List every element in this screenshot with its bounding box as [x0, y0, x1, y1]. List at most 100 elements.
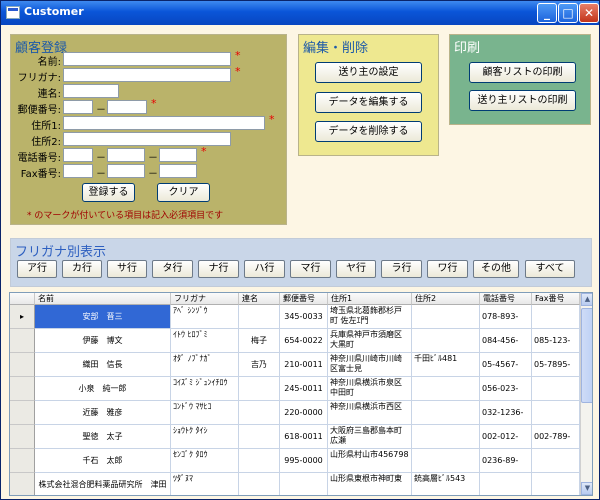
filter-wa-button[interactable]: ワ行 — [427, 260, 468, 278]
cell-tel[interactable]: 084-456-7895 — [480, 329, 532, 353]
cell-name[interactable]: 近藤 雅彦 — [35, 401, 171, 425]
cell-zip[interactable]: 345-0033 — [280, 305, 328, 329]
tel-field-3[interactable] — [159, 148, 197, 162]
cell-address1[interactable]: 大阪府三島郡島本町広瀬 — [328, 425, 412, 449]
column-header-fax[interactable]: Fax番号 — [532, 293, 580, 305]
row-header[interactable] — [10, 401, 35, 425]
edit-data-button[interactable]: データを編集する — [315, 92, 422, 113]
row-header[interactable] — [10, 377, 35, 401]
print-sender-list-button[interactable]: 送り主リストの印刷 — [469, 90, 576, 111]
row-header[interactable] — [10, 425, 35, 449]
filter-sa-button[interactable]: サ行 — [107, 260, 147, 278]
cell-name[interactable]: 株式会社混合肥料薬品研究所 津田沼支 — [35, 473, 171, 495]
cell-fax[interactable]: 002-789-4563 — [532, 425, 580, 449]
cell-zip[interactable]: 995-0000 — [280, 449, 328, 473]
row-header[interactable] — [10, 329, 35, 353]
rename-field[interactable] — [63, 84, 119, 98]
cell-fax[interactable] — [532, 473, 580, 495]
cell-fax[interactable] — [532, 401, 580, 425]
cell-address2[interactable] — [412, 401, 480, 425]
cell-rename[interactable]: 吉乃 — [239, 353, 280, 377]
cell-address2[interactable]: 千田ﾋﾞﾙ481 — [412, 353, 480, 377]
cell-tel[interactable]: 032-1236-45... — [480, 401, 532, 425]
cell-fax[interactable]: 085-123-456 — [532, 329, 580, 353]
cell-tel[interactable] — [480, 473, 532, 495]
close-button[interactable]: ✕ — [579, 3, 599, 23]
cell-rename[interactable] — [239, 305, 280, 329]
fax-field-2[interactable] — [107, 164, 145, 178]
cell-rename[interactable] — [239, 401, 280, 425]
filter-a-button[interactable]: ア行 — [17, 260, 57, 278]
row-header[interactable] — [10, 473, 35, 495]
sender-settings-button[interactable]: 送り主の設定 — [315, 62, 422, 83]
cell-name[interactable]: 千石 太郎 — [35, 449, 171, 473]
cell-rename[interactable] — [239, 449, 280, 473]
minimize-button[interactable]: _ — [537, 3, 557, 23]
furigana-field[interactable] — [63, 68, 231, 82]
cell-furigana[interactable]: ｺｲｽﾞﾐ ｼﾞｭﾝｲﾁﾛｳ — [171, 377, 239, 401]
cell-zip[interactable] — [280, 473, 328, 495]
maximize-button[interactable]: □ — [558, 3, 578, 23]
filter-ma-button[interactable]: マ行 — [290, 260, 331, 278]
vertical-scrollbar[interactable]: ▲ ▼ — [580, 293, 592, 495]
tel-field-2[interactable] — [107, 148, 145, 162]
scroll-up-arrow[interactable]: ▲ — [581, 293, 592, 306]
title-bar[interactable]: Customer _ □ ✕ — [1, 1, 599, 25]
cell-furigana[interactable]: ｾﾝｺﾞｸ ﾀﾛｳ — [171, 449, 239, 473]
filter-ka-button[interactable]: カ行 — [62, 260, 102, 278]
cell-fax[interactable] — [532, 449, 580, 473]
cell-tel[interactable]: 0236-89-7896 — [480, 449, 532, 473]
cell-tel[interactable]: 002-012-0231 — [480, 425, 532, 449]
cell-name[interactable]: 織田 信長 — [35, 353, 171, 377]
zip-field-1[interactable] — [63, 100, 93, 114]
cell-address2[interactable] — [412, 377, 480, 401]
column-header-tel[interactable]: 電話番号 — [480, 293, 532, 305]
filter-ya-button[interactable]: ヤ行 — [336, 260, 376, 278]
column-header-name[interactable]: 名前 — [35, 293, 171, 305]
name-field[interactable] — [63, 52, 231, 66]
cell-furigana[interactable]: ｺﾝﾄﾞｳ ﾏｻﾋｺ — [171, 401, 239, 425]
delete-data-button[interactable]: データを削除する — [315, 121, 422, 142]
cell-address2[interactable] — [412, 329, 480, 353]
cell-zip[interactable]: 210-0011 — [280, 353, 328, 377]
cell-tel[interactable]: 078-893-1234 — [480, 305, 532, 329]
column-header-address2[interactable]: 住所2 — [412, 293, 480, 305]
column-header-rename[interactable]: 連名 — [239, 293, 280, 305]
cell-address1[interactable]: 山形県村山市456798 — [328, 449, 412, 473]
row-header[interactable] — [10, 353, 35, 377]
cell-furigana[interactable]: ｱﾍﾞ ｼﾝｿﾞｳ — [171, 305, 239, 329]
cell-name[interactable]: 伊藤 博文 — [35, 329, 171, 353]
cell-address2[interactable] — [412, 449, 480, 473]
cell-furigana[interactable]: ｵﾀﾞ ﾉﾌﾞﾅｶﾞ — [171, 353, 239, 377]
cell-name[interactable]: 安部 晋三 — [35, 305, 171, 329]
cell-address2[interactable] — [412, 305, 480, 329]
customer-data-grid[interactable]: 名前 フリガナ 連名 郵便番号 住所1 住所2 電話番号 Fax番号 ▸ 安部 晋… — [9, 292, 593, 496]
cell-zip[interactable]: 245-0011 — [280, 377, 328, 401]
filter-other-button[interactable]: その他 — [473, 260, 519, 278]
cell-rename[interactable] — [239, 377, 280, 401]
cell-rename[interactable] — [239, 473, 280, 495]
cell-zip[interactable]: 220-0000 — [280, 401, 328, 425]
cell-rename[interactable] — [239, 425, 280, 449]
address1-field[interactable] — [63, 116, 265, 130]
current-row-marker[interactable]: ▸ — [10, 305, 35, 329]
column-header-address1[interactable]: 住所1 — [328, 293, 412, 305]
cell-address2[interactable]: 銃高層ﾋﾞﾙ543 — [412, 473, 480, 495]
cell-furigana[interactable]: ｲﾄｳ ﾋﾛﾌﾞﾐ — [171, 329, 239, 353]
cell-furigana[interactable]: ﾂﾀﾞﾇﾏ — [171, 473, 239, 495]
cell-fax[interactable] — [532, 377, 580, 401]
cell-address1[interactable]: 兵庫県神戸市須磨区大黒町 — [328, 329, 412, 353]
address2-field[interactable] — [63, 132, 231, 146]
scroll-down-arrow[interactable]: ▼ — [581, 482, 592, 495]
cell-tel[interactable]: 05-4567-4587 — [480, 353, 532, 377]
cell-fax[interactable] — [532, 305, 580, 329]
row-header[interactable] — [10, 449, 35, 473]
cell-address1[interactable]: 埼玉県北葛飾郡杉戸町 佐左ｴ門 — [328, 305, 412, 329]
cell-zip[interactable]: 654-0022 — [280, 329, 328, 353]
cell-furigana[interactable]: ｼｮｳﾄｸ ﾀｲｼ — [171, 425, 239, 449]
column-header-furigana[interactable]: フリガナ — [171, 293, 239, 305]
cell-rename[interactable]: 梅子 — [239, 329, 280, 353]
cell-tel[interactable]: 056-023-0789 — [480, 377, 532, 401]
filter-ta-button[interactable]: タ行 — [152, 260, 193, 278]
cell-fax[interactable]: 05-7895-6541 — [532, 353, 580, 377]
